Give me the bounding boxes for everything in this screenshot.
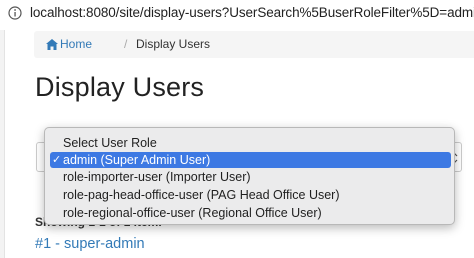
breadcrumb-current: Display Users: [136, 37, 211, 51]
option-label: Select User Role: [63, 136, 157, 150]
option-label: role-regional-office-user (Regional Offi…: [63, 206, 322, 220]
page-left-edge: [0, 30, 5, 258]
user-result-link[interactable]: #1 - super-admin: [35, 236, 145, 252]
option-role-pag-head-office-user[interactable]: role-pag-head-office-user (PAG Head Offi…: [50, 187, 451, 203]
breadcrumb: Home / Display Users: [34, 31, 474, 58]
option-role-importer-user[interactable]: role-importer-user (Importer User): [50, 169, 451, 185]
breadcrumb-home-link[interactable]: Home: [60, 37, 92, 51]
checkmark-icon: ✓: [52, 154, 62, 166]
address-bar[interactable]: localhost:8080/site/display-users?UserSe…: [0, 0, 474, 30]
option-admin[interactable]: ✓ admin (Super Admin User): [50, 152, 451, 168]
option-label: admin (Super Admin User): [63, 153, 211, 167]
option-label: role-importer-user (Importer User): [63, 170, 251, 184]
info-icon[interactable]: [8, 6, 22, 20]
option-select-user-role[interactable]: Select User Role: [50, 135, 451, 151]
page-title: Display Users: [35, 72, 205, 102]
url-text[interactable]: localhost:8080/site/display-users?UserSe…: [30, 5, 474, 20]
option-role-regional-office-user[interactable]: role-regional-office-user (Regional Offi…: [50, 205, 451, 221]
home-icon: [46, 39, 58, 50]
breadcrumb-separator: /: [124, 37, 128, 51]
user-role-dropdown-menu[interactable]: Select User Role ✓ admin (Super Admin Us…: [44, 127, 455, 225]
option-label: role-pag-head-office-user (PAG Head Offi…: [63, 188, 340, 202]
